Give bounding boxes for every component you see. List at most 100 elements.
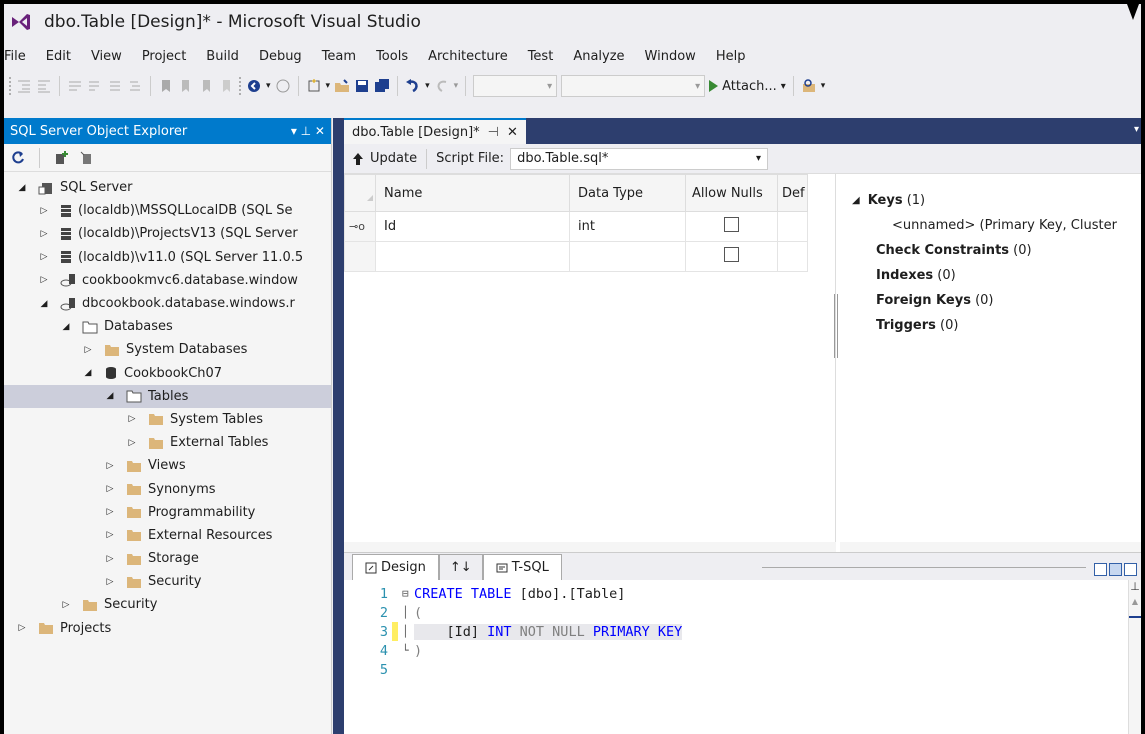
- pin-tab-icon[interactable]: ⊣: [488, 125, 499, 140]
- notification-flag-icon[interactable]: [1127, 4, 1139, 20]
- keys-row[interactable]: ◢ Keys (1): [840, 188, 1141, 213]
- menu-team[interactable]: Team: [312, 49, 366, 64]
- menu-tools[interactable]: Tools: [366, 49, 418, 64]
- align-icon[interactable]: [107, 78, 123, 94]
- tree-node[interactable]: ▷ cookbookmvc6.database.window: [4, 269, 331, 292]
- indent-icon[interactable]: [16, 78, 32, 94]
- toolbar-grip[interactable]: [238, 76, 242, 96]
- collapsed-arrow-icon[interactable]: ▷: [104, 507, 116, 517]
- format-icon[interactable]: [127, 78, 143, 94]
- attach-button[interactable]: Attach... ▾: [709, 79, 786, 94]
- expanded-arrow-icon[interactable]: ◢: [38, 299, 50, 309]
- tree-node[interactable]: ◢ Tables: [4, 384, 331, 408]
- collapse-pane-icon[interactable]: [1124, 563, 1137, 576]
- scroll-up-icon[interactable]: ▲: [1129, 597, 1141, 606]
- update-button[interactable]: Update: [352, 151, 417, 166]
- cell-default[interactable]: [777, 241, 808, 272]
- row-selector[interactable]: [344, 241, 376, 272]
- prev-bookmark-icon[interactable]: [178, 78, 194, 94]
- navigate-forward-icon[interactable]: [275, 78, 291, 94]
- new-project-icon[interactable]: [306, 78, 322, 94]
- vertical-split-icon[interactable]: [1094, 563, 1107, 576]
- expanded-arrow-icon[interactable]: ◢: [60, 322, 72, 332]
- table-row[interactable]: ⊸o Id int: [344, 211, 808, 242]
- column-header-name[interactable]: Name: [375, 174, 570, 212]
- menu-analyze[interactable]: Analyze: [563, 49, 634, 64]
- code-vertical-scrollbar[interactable]: ⊥ ▲: [1128, 580, 1141, 734]
- outdent-icon[interactable]: [36, 78, 52, 94]
- tree-node[interactable]: ▷ System Tables: [4, 408, 331, 431]
- collapsed-arrow-icon[interactable]: ▷: [104, 577, 116, 587]
- add-sql-server-icon[interactable]: [53, 150, 69, 166]
- primary-key-item[interactable]: <unnamed> (Primary Key, Cluster: [840, 213, 1141, 238]
- collapsed-arrow-icon[interactable]: ▷: [38, 229, 50, 239]
- bookmark-icon[interactable]: [158, 78, 174, 94]
- tab-tsql[interactable]: T-SQL: [482, 554, 562, 580]
- script-file-combo[interactable]: dbo.Table.sql* ▾: [510, 147, 769, 170]
- horizontal-split-icon[interactable]: [1109, 563, 1122, 576]
- open-file-icon[interactable]: [334, 78, 350, 94]
- tree-node[interactable]: ◢ dbcookbook.database.windows.r: [4, 292, 331, 315]
- menu-help[interactable]: Help: [706, 49, 756, 64]
- save-icon[interactable]: [354, 78, 370, 94]
- indexes-row[interactable]: Indexes (0): [840, 263, 1141, 288]
- code-line[interactable]: 4 └): [344, 641, 1128, 660]
- foreign-keys-row[interactable]: Foreign Keys (0): [840, 288, 1141, 313]
- cell-name[interactable]: [375, 241, 570, 272]
- column-header-default[interactable]: Def: [777, 174, 808, 212]
- collapsed-arrow-icon[interactable]: ▷: [16, 623, 28, 633]
- grid-corner[interactable]: [344, 174, 376, 212]
- table-row[interactable]: [344, 241, 808, 272]
- triggers-row[interactable]: Triggers (0): [840, 313, 1141, 338]
- redo-dropdown-icon[interactable]: ▾: [454, 81, 459, 91]
- tab-design[interactable]: Design: [352, 554, 439, 580]
- tree-node[interactable]: ▷ System Databases: [4, 338, 331, 361]
- collapsed-arrow-icon[interactable]: ▷: [60, 600, 72, 610]
- menu-build[interactable]: Build: [196, 49, 249, 64]
- collapse-region-icon[interactable]: ⊟: [402, 587, 414, 600]
- navigate-back-icon[interactable]: [246, 78, 262, 94]
- redo-icon[interactable]: [434, 78, 450, 94]
- column-header-data-type[interactable]: Data Type: [569, 174, 686, 212]
- show-all-objects-icon[interactable]: [79, 150, 95, 166]
- cell-name[interactable]: Id: [375, 211, 570, 242]
- new-project-dropdown-icon[interactable]: ▾: [326, 81, 331, 91]
- solution-platform-combo[interactable]: ▾: [561, 75, 706, 97]
- row-selector[interactable]: ⊸o: [344, 211, 376, 242]
- collapsed-arrow-icon[interactable]: ▷: [104, 530, 116, 540]
- tree-node[interactable]: ▷ Views: [4, 454, 331, 477]
- next-bookmark-icon[interactable]: [198, 78, 214, 94]
- save-all-icon[interactable]: [374, 78, 390, 94]
- collapsed-arrow-icon[interactable]: ▷: [104, 554, 116, 564]
- collapsed-arrow-icon[interactable]: ▷: [38, 206, 50, 216]
- undo-dropdown-icon[interactable]: ▾: [425, 81, 430, 91]
- split-editor-icon[interactable]: ⊥: [1129, 580, 1141, 593]
- tree-node[interactable]: ▷ Synonyms: [4, 477, 331, 500]
- allow-nulls-checkbox[interactable]: [724, 247, 739, 262]
- collapsed-arrow-icon[interactable]: ▷: [126, 438, 138, 448]
- splitter-grip[interactable]: [834, 294, 838, 358]
- cell-data-type[interactable]: int: [569, 211, 686, 242]
- tsql-code-editor[interactable]: 1 ⊟ CREATE TABLE [dbo].[Table] 2 │ (3 │ [Id] I…: [344, 580, 1128, 734]
- uncomment-icon[interactable]: [87, 78, 103, 94]
- explorer-window-controls[interactable]: ▾ ⊥ ✕: [291, 124, 325, 138]
- swap-panes-button[interactable]: ↑↓: [438, 554, 483, 580]
- code-line[interactable]: 2 │ (: [344, 603, 1128, 622]
- comment-icon[interactable]: [67, 78, 83, 94]
- code-line[interactable]: 3 │ [Id] INT NOT NULL PRIMARY KEY: [344, 622, 1128, 641]
- menu-edit[interactable]: Edit: [36, 49, 81, 64]
- tree-node[interactable]: ◢ SQL Server: [4, 176, 331, 199]
- toolbar-overflow-icon[interactable]: ▾: [821, 81, 826, 91]
- menu-view[interactable]: View: [81, 49, 132, 64]
- toolbar-grip[interactable]: [8, 76, 12, 96]
- code-line[interactable]: 5: [344, 660, 1128, 679]
- navigate-back-dropdown-icon[interactable]: ▾: [266, 81, 271, 91]
- tree-node[interactable]: ▷ (localdb)\MSSQLLocalDB (SQL Se: [4, 199, 331, 222]
- pane-splitter[interactable]: [333, 118, 344, 734]
- cell-default[interactable]: [777, 211, 808, 242]
- tree-node[interactable]: ▷ Security: [4, 593, 331, 616]
- menu-debug[interactable]: Debug: [249, 49, 312, 64]
- tree-node[interactable]: ◢ CookbookCh07: [4, 362, 331, 385]
- tree-node[interactable]: ◢ Databases: [4, 315, 331, 338]
- tree-node[interactable]: ▷ External Tables: [4, 431, 331, 454]
